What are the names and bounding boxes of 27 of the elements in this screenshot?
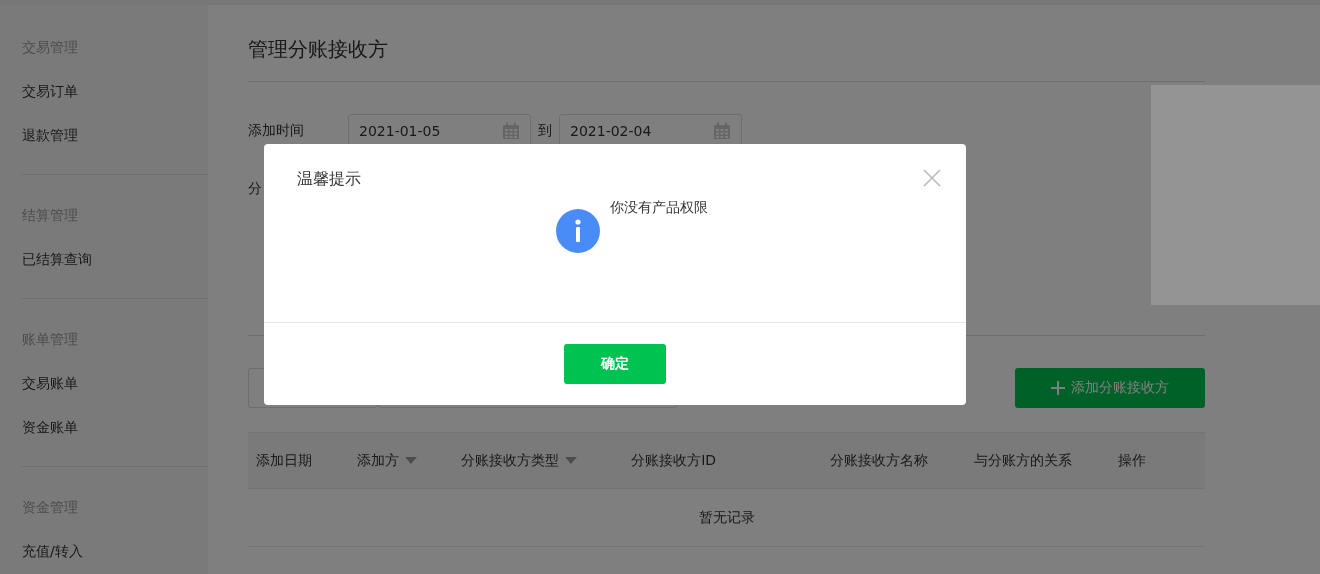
caret-icon bbox=[565, 457, 578, 464]
sidebar-item[interactable]: 已结算查询 bbox=[22, 249, 92, 269]
sidebar-item[interactable]: 交易订单 bbox=[22, 81, 78, 101]
page-title: 管理分账接收方 bbox=[248, 36, 388, 63]
dialog-message: 你没有产品权限 bbox=[609, 198, 708, 217]
calendar-icon bbox=[713, 122, 731, 140]
sidebar-item[interactable]: 交易账单 bbox=[22, 373, 78, 393]
empty-message: 暂无记录 bbox=[698, 508, 755, 525]
filter-label: 分 bbox=[248, 180, 262, 196]
close-button[interactable] bbox=[923, 169, 941, 187]
filter-label: 添加时间 bbox=[248, 122, 305, 140]
sidebar-item[interactable]: 充值/转入 bbox=[22, 541, 83, 561]
column-header: 添加日期 bbox=[256, 451, 312, 470]
column-header: 操作 bbox=[1118, 451, 1147, 470]
plus-icon bbox=[1051, 381, 1065, 395]
column-header: 分账接收方名称 bbox=[829, 451, 928, 470]
sidebar-item[interactable]: 资金账单 bbox=[22, 417, 78, 437]
sidebar-item[interactable]: 退款管理 bbox=[22, 125, 78, 145]
calendar-icon bbox=[502, 122, 520, 140]
column-header: 与分账方的关系 bbox=[974, 451, 1073, 470]
column-header: 分账接收方ID bbox=[631, 451, 717, 470]
range-separator: 到 bbox=[538, 122, 552, 140]
info-icon bbox=[555, 209, 600, 253]
confirm-button[interactable]: 确定 bbox=[564, 344, 666, 384]
column-header[interactable]: 添加方 bbox=[357, 451, 418, 470]
caret-icon bbox=[405, 457, 418, 464]
dialog-title: 温馨提示 bbox=[297, 169, 361, 189]
